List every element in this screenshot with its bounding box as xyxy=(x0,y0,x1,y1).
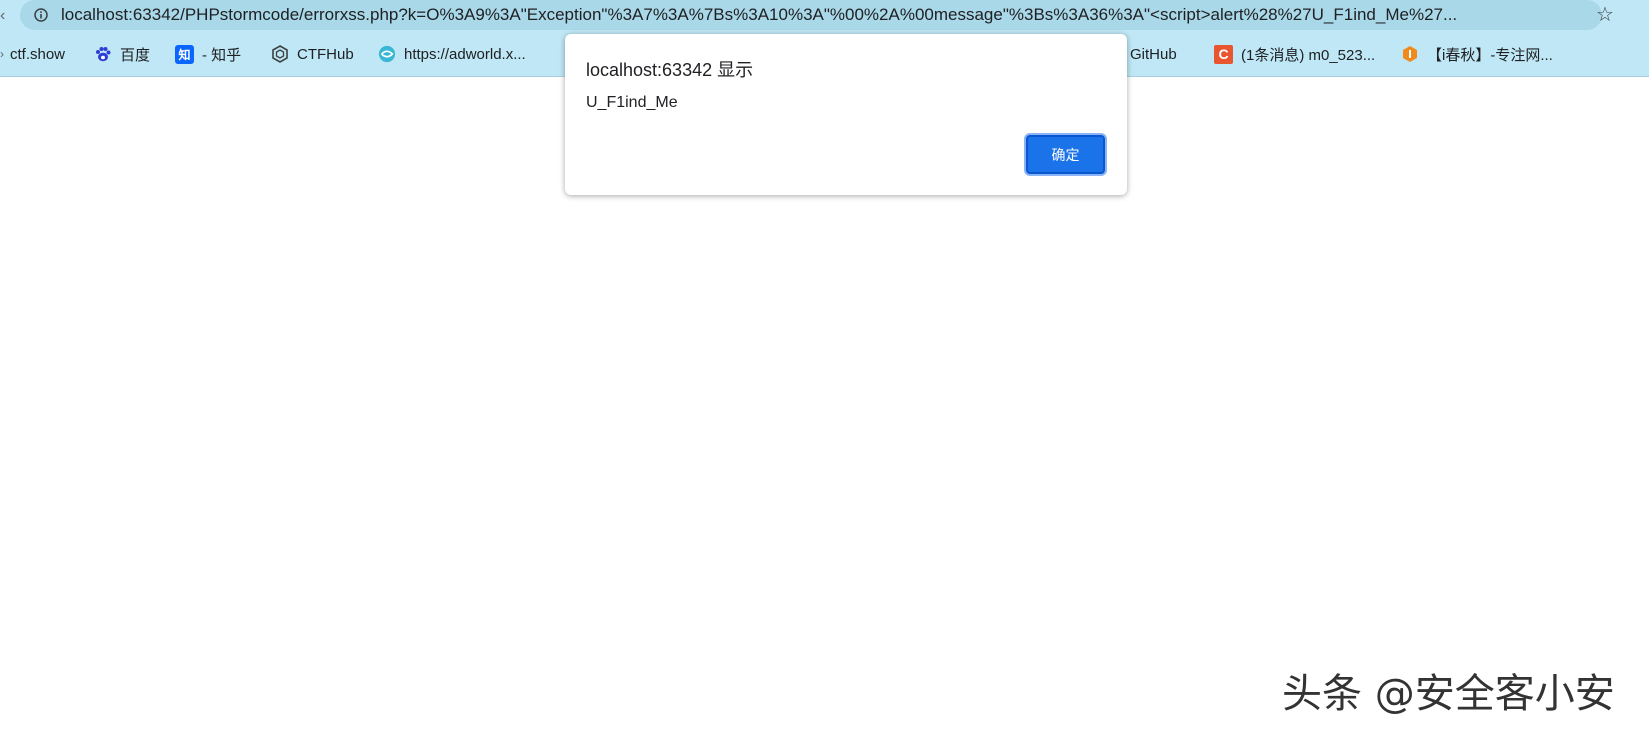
bookmark-label: https://adworld.x... xyxy=(404,45,526,63)
baidu-icon xyxy=(94,45,112,63)
url-text[interactable]: localhost:63342/PHPstormcode/errorxss.ph… xyxy=(61,0,1501,30)
bookmark-ctfhub[interactable]: CTFHub xyxy=(271,32,354,76)
bookmark-icon: › xyxy=(0,47,4,61)
bookmark-label: CTFHub xyxy=(297,45,354,63)
bookmark-label: ctf.show xyxy=(10,45,66,63)
bookmark-zhihu[interactable]: 知 - 知乎 xyxy=(175,32,241,76)
url-host: localhost xyxy=(61,5,129,24)
url-path: :63342/PHPstormcode/errorxss.php?k=O%3A9… xyxy=(128,5,1458,24)
info-icon[interactable] xyxy=(34,8,48,22)
bookmark-ichunqiu[interactable]: 【i春秋】-专注网... xyxy=(1401,32,1553,76)
bookmark-adworld[interactable]: https://adworld.x... xyxy=(378,32,526,76)
dialog-message: U_F1ind_Me xyxy=(586,94,678,111)
ctfhub-icon xyxy=(271,45,289,63)
csdn-icon: C xyxy=(1214,44,1233,64)
alert-dialog: localhost:63342 显示 U_F1ind_Me 确定 xyxy=(565,34,1127,195)
bookmark-label: (1条消息) m0_523... xyxy=(1241,46,1376,64)
bookmark-label: 百度 xyxy=(120,46,151,64)
ichunqiu-icon xyxy=(1401,45,1419,63)
address-bar[interactable]: localhost:63342/PHPstormcode/errorxss.ph… xyxy=(20,0,1602,30)
browser-toolbar: ‹ localhost:63342/PHPstormcode/errorxss.… xyxy=(0,0,1649,32)
bookmark-csdn[interactable]: C (1条消息) m0_523... xyxy=(1214,32,1375,76)
dialog-title: localhost:63342 显示 xyxy=(586,60,754,80)
ok-button[interactable]: 确定 xyxy=(1026,135,1105,174)
bookmark-ctfshow[interactable]: › ctf.show xyxy=(0,32,65,76)
bookmark-label: 【i春秋】-专注网... xyxy=(1427,46,1553,64)
watermark: 头条 @安全客小安 xyxy=(1282,671,1615,717)
bookmark-baidu[interactable]: 百度 xyxy=(94,32,150,76)
bookmark-label: - 知乎 xyxy=(202,46,242,64)
bookmark-label: GitHub xyxy=(1130,45,1177,63)
back-arrow-icon[interactable]: ‹ xyxy=(0,8,8,24)
adworld-icon xyxy=(378,45,396,63)
star-icon[interactable]: ☆ xyxy=(1596,5,1616,25)
zhihu-icon: 知 xyxy=(175,44,194,64)
